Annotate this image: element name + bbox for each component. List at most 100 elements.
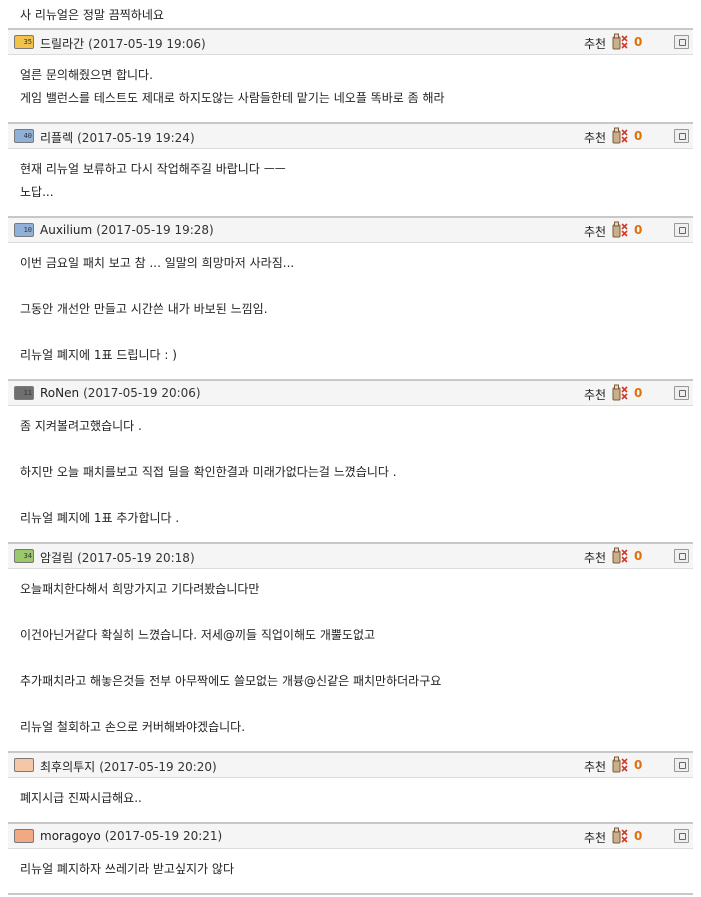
author-nickname[interactable]: RoNen (2017-05-19 20:06)	[40, 386, 201, 400]
author-nickname[interactable]: 암걸림 (2017-05-19 20:18)	[40, 549, 195, 566]
author-nickname[interactable]: 드릴라간 (2017-05-19 19:06)	[40, 35, 206, 52]
comment-page: 사 리뉴얼은 정말 끔찍하네요 35 드릴라간 (2017-05-19 19:06)…	[0, 0, 701, 897]
report-icon[interactable]	[674, 386, 689, 400]
author-name[interactable]: 리플렉	[40, 131, 73, 145]
comment-body: 리뉴얼 폐지하자 쓰레기라 받고싶지가 않다	[8, 849, 693, 893]
recommend-label[interactable]: 추천	[584, 758, 606, 775]
report-icon[interactable]	[674, 35, 689, 49]
level-badge-icon: 10	[14, 223, 34, 237]
comment-line: 그동안 개선안 만들고 시간쓴 내가 바보된 느낌임.	[20, 302, 268, 316]
comment-line: 이건아닌거같다 확실히 느꼈습니다. 저세@끼들 직업이해도 개뿔도없고	[20, 628, 376, 642]
comment-body: 좀 지켜볼려고했습니다 . 하지만 오늘 패치를보고 직접 딜을 확인한결과 미래…	[8, 406, 693, 542]
author-nickname[interactable]: 최후의투지 (2017-05-19 20:20)	[40, 758, 217, 775]
comment-body-top: 사 리뉴얼은 정말 끔찍하네요	[0, 0, 701, 28]
recommend-icon[interactable]	[612, 756, 628, 774]
recommend-icon[interactable]	[612, 127, 628, 145]
comment-item: 10 Auxilium (2017-05-19 19:28) 추천 0 이번 금요일 패치…	[8, 216, 693, 379]
author-nickname[interactable]: 리플렉 (2017-05-19 19:24)	[40, 129, 195, 146]
author-nickname[interactable]: moragoyo (2017-05-19 20:21)	[40, 829, 222, 843]
author-name[interactable]: 암걸림	[40, 551, 73, 565]
level-badge-icon: 11	[14, 386, 34, 400]
author-name[interactable]: moragoyo	[40, 829, 101, 843]
recommend-label[interactable]: 추천	[584, 223, 606, 240]
recommend-count: 0	[634, 223, 643, 237]
report-icon[interactable]	[674, 829, 689, 843]
level-badge-icon: 34	[14, 549, 34, 563]
author-name[interactable]: RoNen	[40, 386, 79, 400]
recommend-count: 0	[634, 829, 643, 843]
recommend-label[interactable]: 추천	[584, 129, 606, 146]
recommend-icon[interactable]	[612, 384, 628, 402]
comment-line: 오늘패치한다해서 희망가지고 기다려봤습니다만	[20, 582, 260, 596]
author-nickname[interactable]: Auxilium (2017-05-19 19:28)	[40, 223, 214, 237]
comment-header: 10 Auxilium (2017-05-19 19:28) 추천 0	[8, 216, 693, 243]
author-name[interactable]: Auxilium	[40, 223, 92, 237]
recommend-count: 0	[634, 549, 643, 563]
comment-date: (2017-05-19 20:06)	[83, 386, 201, 400]
comment-body: 오늘패치한다해서 희망가지고 기다려봤습니다만이건아닌거같다 확실히 느꼈습니다…	[8, 569, 693, 751]
comment-line: 추가패치라고 해놓은것들 전부 아무짝에도 쓸모없는 개븅@신같은 패치만하더라…	[20, 674, 442, 688]
comment-line	[20, 438, 693, 461]
comment-line: 리뉴얼 폐지하자 쓰레기라 받고싶지가 않다	[20, 862, 234, 876]
report-icon[interactable]	[674, 549, 689, 563]
comment-line: 리뉴얼 폐지에 1표 드립니다 : )	[20, 348, 177, 362]
comment-header: 40 리플렉 (2017-05-19 19:24) 추천 0	[8, 122, 693, 149]
comment-line	[20, 693, 693, 716]
level-badge-icon	[14, 829, 34, 843]
author-name[interactable]: 드릴라간	[40, 37, 84, 51]
comment-line	[20, 275, 693, 298]
comment-body: 얼른 문의해줬으면 합니다. 게임 밸런스를 테스트도 제대로 하지도않는 사람들…	[8, 55, 693, 122]
recommend-label[interactable]: 추천	[584, 829, 606, 846]
comment-header: 최후의투지 (2017-05-19 20:20) 추천 0	[8, 751, 693, 778]
comment-item: 35 드릴라간 (2017-05-19 19:06) 추천 0 얼른 문의해줬으면 합니다…	[8, 28, 693, 122]
comment-date: (2017-05-19 20:18)	[77, 551, 195, 565]
comment-item: moragoyo (2017-05-19 20:21) 추천 0 리뉴얼 폐지하자 쓰레…	[8, 822, 693, 893]
report-icon[interactable]	[674, 223, 689, 237]
comment-header: 34 암걸림 (2017-05-19 20:18) 추천 0	[8, 542, 693, 569]
comment-body: 이번 금요일 패치 보고 참 ... 일말의 희망마저 사라짐... 그동안 개선…	[8, 243, 693, 379]
comment-line: 리뉴얼 폐지에 1표 추가합니다 .	[20, 511, 180, 525]
comment-body: 폐지시급 진짜시급해요..	[8, 778, 693, 822]
comment-line	[20, 647, 693, 670]
recommend-icon[interactable]	[612, 33, 628, 51]
comment-body: 현재 리뉴얼 보류하고 다시 작업해주길 바랍니다 ㅡㅡ 노답...	[8, 149, 693, 216]
comment-line: 얼른 문의해줬으면 합니다.	[20, 68, 153, 82]
comment-line	[20, 601, 693, 624]
comment-item: 최후의투지 (2017-05-19 20:20) 추천 0 폐지시급 진짜시급해요..	[8, 751, 693, 822]
comment-line	[20, 484, 693, 507]
recommend-icon[interactable]	[612, 221, 628, 239]
comment-date: (2017-05-19 20:21)	[104, 829, 223, 843]
recommend-label[interactable]: 추천	[584, 549, 606, 566]
level-badge-icon: 40	[14, 129, 34, 143]
recommend-count: 0	[634, 758, 643, 772]
comment-line: 폐지시급 진짜시급해요..	[20, 791, 142, 805]
comment-line: 게임 밸런스를 테스트도 제대로 하지도않는 사람들한테 맡기는 네오플 똑바로…	[20, 91, 445, 105]
comment-line	[20, 321, 693, 344]
comment-item: 34 암걸림 (2017-05-19 20:18) 추천 0 오늘패치한다해서 희망가지고…	[8, 542, 693, 751]
comment-line: 이번 금요일 패치 보고 참 ... 일말의 희망마저 사라짐...	[20, 256, 295, 270]
report-icon[interactable]	[674, 758, 689, 772]
comment-date: (2017-05-19 19:28)	[96, 223, 214, 237]
recommend-label[interactable]: 추천	[584, 386, 606, 403]
comment-header: 35 드릴라간 (2017-05-19 19:06) 추천 0	[8, 28, 693, 55]
author-name[interactable]: 최후의투지	[40, 760, 95, 774]
recommend-count: 0	[634, 386, 643, 400]
recommend-count: 0	[634, 129, 643, 143]
comment-line: 현재 리뉴얼 보류하고 다시 작업해주길 바랍니다 ㅡㅡ	[20, 162, 286, 176]
comment-header: moragoyo (2017-05-19 20:21) 추천 0	[8, 822, 693, 849]
recommend-icon[interactable]	[612, 827, 628, 845]
recommend-label[interactable]: 추천	[584, 35, 606, 52]
divider	[8, 893, 693, 895]
report-icon[interactable]	[674, 129, 689, 143]
level-badge-icon: 35	[14, 35, 34, 49]
comment-line: 하지만 오늘 패치를보고 직접 딜을 확인한결과 미래가없다는걸 느꼈습니다 .	[20, 465, 397, 479]
comment-date: (2017-05-19 20:20)	[99, 760, 217, 774]
comment-line: 리뉴얼 철회하고 손으로 커버해봐야겠습니다.	[20, 720, 246, 734]
comment-item: 40 리플렉 (2017-05-19 19:24) 추천 0 현재 리뉴얼 보류하고 다시…	[8, 122, 693, 216]
comment-text: 사 리뉴얼은 정말 끔찍하네요	[20, 8, 164, 22]
comment-date: (2017-05-19 19:06)	[88, 37, 206, 51]
comment-line: 노답...	[20, 185, 54, 199]
recommend-icon[interactable]	[612, 547, 628, 565]
comment-item: 11 RoNen (2017-05-19 20:06) 추천 0 좀 지켜볼려고했습니다 …	[8, 379, 693, 542]
comment-list: 35 드릴라간 (2017-05-19 19:06) 추천 0 얼른 문의해줬으면 합니다…	[0, 28, 701, 893]
